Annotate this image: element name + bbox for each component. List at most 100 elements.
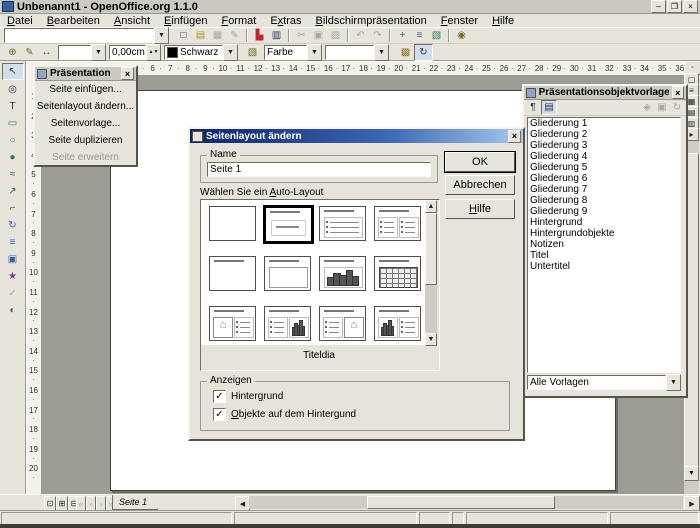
- line-dialog-button[interactable]: ✎: [21, 45, 38, 60]
- curve-button[interactable]: ≈: [3, 167, 23, 182]
- scroll-down-icon[interactable]: ▼: [684, 466, 699, 481]
- select-button[interactable]: ↖: [2, 63, 24, 80]
- style-item-gliederung-4[interactable]: Gliederung 4: [528, 151, 680, 162]
- scroll-down-icon[interactable]: ▼: [425, 333, 437, 346]
- layout-scrollbar[interactable]: ▲ ▼: [425, 200, 437, 345]
- layout-option-title-bullets-chart[interactable]: [264, 306, 311, 341]
- minimize-button[interactable]: –: [651, 0, 666, 13]
- style-item-hintergrund[interactable]: Hintergrund: [528, 217, 680, 228]
- stylist-titlebar[interactable]: Präsentationsobjektvorlagen ×: [524, 86, 686, 100]
- scroll-up-icon[interactable]: ▲: [425, 200, 437, 213]
- layout-option-title-frame[interactable]: [264, 256, 311, 291]
- layout-option-title-bullets[interactable]: [319, 206, 366, 241]
- master-mode-button[interactable]: ⊞: [56, 496, 68, 511]
- help-button[interactable]: Hilfe: [445, 199, 515, 219]
- styles-list[interactable]: Gliederung 1Gliederung 2Gliederung 3Glie…: [527, 117, 681, 373]
- close-icon[interactable]: ×: [508, 130, 521, 143]
- lines-arrows-button[interactable]: ↗: [3, 184, 23, 199]
- line-width-value[interactable]: 0,00cm: [109, 45, 146, 60]
- layout-option-title-table[interactable]: [374, 256, 421, 291]
- next-page-button[interactable]: ›: [96, 496, 106, 511]
- style-item-notizen[interactable]: Notizen: [528, 239, 680, 250]
- menu-fenster[interactable]: Fenster: [434, 14, 485, 28]
- layout-option-title-chart-bullets[interactable]: [374, 306, 421, 341]
- restore-button[interactable]: ❐: [667, 0, 682, 13]
- objects-3d-button[interactable]: ●: [3, 150, 23, 165]
- style-item-gliederung-6[interactable]: Gliederung 6: [528, 173, 680, 184]
- page-mode-button[interactable]: ⊡: [44, 496, 56, 511]
- horizontal-scrollbar[interactable]: [249, 496, 683, 509]
- shadow-button[interactable]: ▩: [397, 45, 414, 60]
- style-item-titel[interactable]: Titel: [528, 250, 680, 261]
- style-item-gliederung-2[interactable]: Gliederung 2: [528, 129, 680, 140]
- layout-option-title-chart[interactable]: [319, 256, 366, 291]
- menu-bildschirmprsentation[interactable]: Bildschirmpräsentation: [309, 14, 434, 28]
- ok-button[interactable]: OK: [445, 152, 515, 172]
- hintergrund-checkbox[interactable]: ✓: [213, 390, 226, 403]
- layout-option-title-only[interactable]: [209, 256, 256, 291]
- style-filter-value[interactable]: Alle Vorlagen: [527, 375, 666, 390]
- presentation-command-seite-einfügen[interactable]: Seite einfügen...: [35, 81, 136, 98]
- style-item-gliederung-5[interactable]: Gliederung 5: [528, 162, 680, 173]
- style-item-gliederung-8[interactable]: Gliederung 8: [528, 195, 680, 206]
- navigator-button[interactable]: +: [394, 28, 411, 43]
- close-icon[interactable]: ×: [121, 67, 134, 80]
- line-color-select[interactable]: Schwarz ▼: [164, 45, 238, 60]
- rectangle-button[interactable]: ▭: [3, 116, 23, 131]
- name-input[interactable]: [207, 162, 431, 177]
- chevron-down-icon[interactable]: ▼: [223, 44, 238, 61]
- presentation-toolbar-titlebar[interactable]: Präsentation ×: [35, 67, 136, 81]
- new-document-button[interactable]: □: [175, 28, 192, 43]
- layout-option-blank[interactable]: [209, 206, 256, 241]
- line-color-value[interactable]: Schwarz: [180, 46, 218, 59]
- gallery-button[interactable]: ▧: [428, 28, 445, 43]
- menu-hilfe[interactable]: Hilfe: [485, 14, 521, 28]
- layout-option-title-image-bullets[interactable]: ⌂: [209, 306, 256, 341]
- spinner-icon[interactable]: ▲▼: [146, 44, 161, 61]
- layout-option-title-bullets-image[interactable]: ⌂: [319, 306, 366, 341]
- export-pdf-button[interactable]: ▙: [251, 28, 268, 43]
- style-item-gliederung-9[interactable]: Gliederung 9: [528, 206, 680, 217]
- dialog-titlebar[interactable]: Seitenlayout ändern ×: [190, 129, 523, 143]
- layout-option-title-two-bullets[interactable]: [374, 206, 421, 241]
- zoom-button[interactable]: ◎: [3, 82, 23, 97]
- cancel-button[interactable]: Abbrechen: [445, 175, 515, 195]
- style-item-hintergrundobjekte[interactable]: Hintergrundobjekte: [528, 228, 680, 239]
- chevron-down-icon[interactable]: ▼: [666, 374, 681, 391]
- rotate-button[interactable]: ↻: [3, 218, 23, 233]
- fill-color-select[interactable]: ▼: [325, 45, 389, 60]
- fill-type-select[interactable]: Farbe ▼: [264, 45, 322, 60]
- scroll-left-icon[interactable]: ◀: [235, 496, 250, 511]
- style-item-gliederung-1[interactable]: Gliederung 1: [528, 118, 680, 129]
- first-page-button[interactable]: «: [76, 496, 86, 511]
- chevron-down-icon[interactable]: ▼: [91, 44, 106, 61]
- alignment-button[interactable]: ≡: [3, 235, 23, 250]
- arrow-ends-button[interactable]: ↔: [38, 45, 55, 60]
- fill-color-value[interactable]: [325, 45, 374, 60]
- chevron-down-icon[interactable]: ▼: [154, 27, 169, 44]
- connector-button[interactable]: ⌐: [3, 201, 23, 216]
- url-combobox[interactable]: ▼: [4, 28, 169, 43]
- style-item-untertitel[interactable]: Untertitel: [528, 261, 680, 272]
- previous-page-button[interactable]: ‹: [86, 496, 96, 511]
- menu-format[interactable]: Format: [214, 14, 263, 28]
- ellipse-button[interactable]: ○: [3, 133, 23, 148]
- menu-bearbeiten[interactable]: Bearbeiten: [40, 14, 107, 28]
- layout-scrollbar-thumb[interactable]: [425, 213, 437, 285]
- effects-button[interactable]: ★: [3, 269, 23, 284]
- glue-points-button[interactable]: ⊕: [4, 45, 21, 60]
- horizontal-scrollbar-thumb[interactable]: [367, 496, 555, 509]
- style-item-gliederung-7[interactable]: Gliederung 7: [528, 184, 680, 195]
- area-dialog-button[interactable]: ▧: [244, 45, 261, 60]
- graphic-styles-button[interactable]: ¶: [526, 101, 540, 114]
- chevron-down-icon[interactable]: ▼: [374, 44, 389, 61]
- presentation-styles-button[interactable]: ▤: [541, 100, 557, 115]
- menu-einfgen[interactable]: Einfügen: [157, 14, 214, 28]
- menu-extras[interactable]: Extras: [263, 14, 308, 28]
- style-item-gliederung-3[interactable]: Gliederung 3: [528, 140, 680, 151]
- chevron-down-icon[interactable]: ▼: [307, 44, 322, 61]
- scroll-right-icon[interactable]: ▶: [684, 496, 700, 511]
- line-style-value[interactable]: [58, 45, 91, 60]
- url-combobox-value[interactable]: [4, 28, 154, 43]
- fill-type-value[interactable]: Farbe: [264, 45, 307, 60]
